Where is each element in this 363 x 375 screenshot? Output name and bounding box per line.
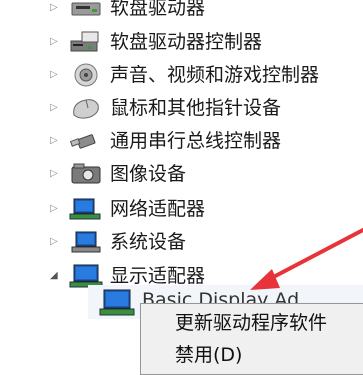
collapse-arrow-icon[interactable]: ◢ <box>50 270 58 282</box>
network-adapter-icon <box>68 196 104 222</box>
expand-arrow-icon[interactable]: ▷ <box>50 203 58 215</box>
tree-item-usb[interactable]: ▷ 通用串行总线控制器 <box>0 125 363 157</box>
context-menu: 更新驱动程序软件 禁用(D) <box>140 303 363 375</box>
expand-arrow-icon[interactable]: ▷ <box>50 69 58 81</box>
menu-item-label: 禁用(D) <box>175 344 243 366</box>
usb-icon <box>68 128 104 154</box>
floppy-drive-icon <box>68 0 104 21</box>
tree-item-sound-video[interactable]: ▷ 声音、视频和游戏控制器 <box>0 59 363 91</box>
tree-item-label: 系统设备 <box>110 231 187 253</box>
tree-item-mouse[interactable]: ▷ 鼠标和其他指针设备 <box>0 92 363 124</box>
tree-item-network[interactable]: ▷ 网络适配器 <box>0 193 363 225</box>
tree-item-label: 软盘驱动器 <box>110 0 206 19</box>
menu-item-update-driver[interactable]: 更新驱动程序软件 <box>141 308 363 338</box>
tree-item-label: 网络适配器 <box>110 198 206 220</box>
mouse-icon <box>68 95 104 121</box>
expand-arrow-icon[interactable]: ▷ <box>50 102 58 114</box>
tree-item-label: 图像设备 <box>110 163 187 185</box>
system-devices-icon <box>68 229 104 255</box>
expand-arrow-icon[interactable]: ▷ <box>50 2 58 14</box>
tree-item-imaging[interactable]: ▷ 图像设备 <box>0 158 363 190</box>
menu-item-label: 更新驱动程序软件 <box>175 312 328 334</box>
tree-item-system[interactable]: ▷ 系统设备 <box>0 226 363 258</box>
expand-arrow-icon[interactable]: ▷ <box>50 36 58 48</box>
tree-item-label: 声音、视频和游戏控制器 <box>110 64 320 86</box>
tree-item-label: 通用串行总线控制器 <box>110 130 282 152</box>
camera-icon <box>68 161 104 187</box>
tree-item-label: 软盘驱动器控制器 <box>110 31 263 53</box>
expand-arrow-icon[interactable]: ▷ <box>50 168 58 180</box>
tree-item-label: 鼠标和其他指针设备 <box>110 97 282 119</box>
tree-item-floppy-drive[interactable]: ▷ 软盘驱动器 <box>0 0 363 24</box>
menu-item-disable[interactable]: 禁用(D) <box>141 340 363 370</box>
floppy-controller-icon <box>68 29 104 55</box>
speaker-icon <box>68 62 104 88</box>
monitor-icon <box>98 288 138 318</box>
expand-arrow-icon[interactable]: ▷ <box>50 236 58 248</box>
expand-arrow-icon[interactable]: ▷ <box>50 135 58 147</box>
tree-item-floppy-controller[interactable]: ▷ 软盘驱动器控制器 <box>0 26 363 58</box>
